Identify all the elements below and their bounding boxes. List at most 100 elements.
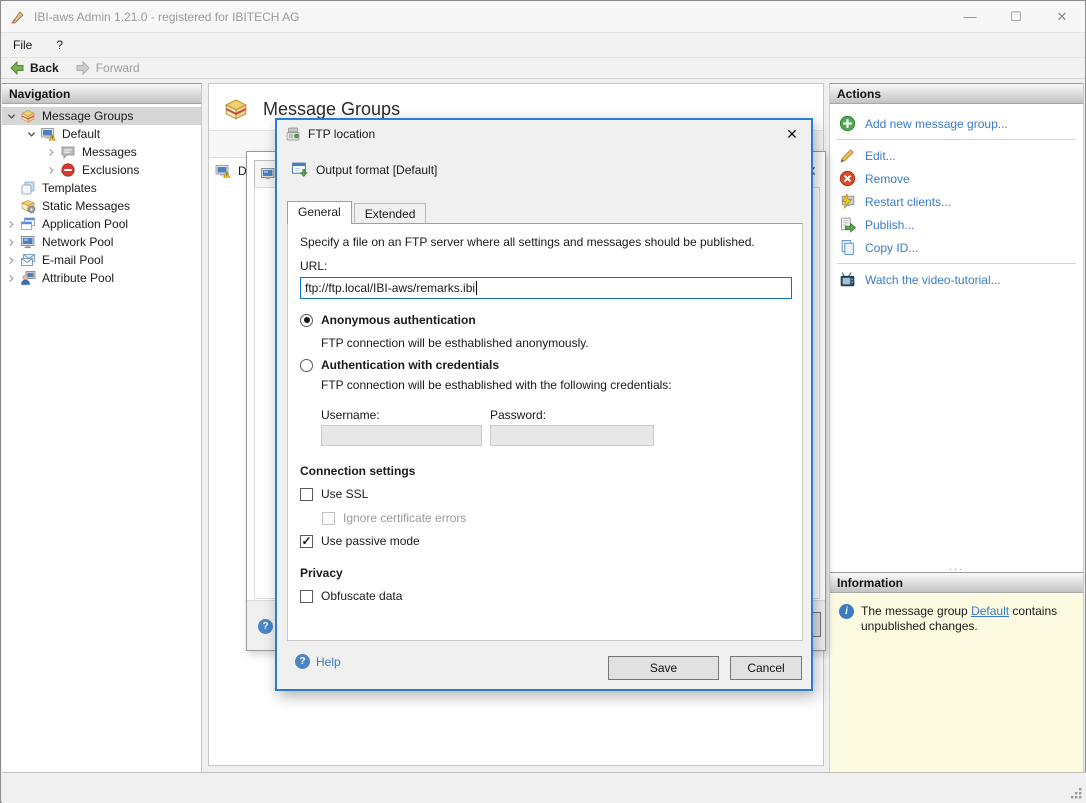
forward-button[interactable]: Forward (67, 58, 148, 78)
sidebar-item-templates[interactable]: Templates (2, 179, 201, 197)
actions-separator (837, 263, 1076, 264)
credentials-auth-description: FTP connection will be esthablished with… (321, 378, 672, 392)
sidebar-item-label: Attribute Pool (42, 271, 115, 285)
info-icon: i (839, 604, 854, 619)
navigation-header: Navigation (2, 83, 201, 104)
sidebar-item-label: Messages (82, 145, 137, 159)
sidebar-item-static-messages[interactable]: Static Messages (2, 197, 201, 215)
action-copy-id[interactable]: Copy ID... (830, 236, 1083, 259)
status-bar (2, 772, 1086, 803)
close-icon[interactable]: ✕ (779, 122, 805, 146)
anonymous-auth-radio-row[interactable]: Anonymous authentication (300, 313, 476, 327)
restart-clients-icon (839, 193, 856, 210)
forward-icon (75, 60, 91, 76)
tab-extended[interactable]: Extended (353, 203, 427, 224)
action-add-new-message-group[interactable]: Add new message group... (830, 112, 1083, 135)
right-panel: Actions Add new message group... Edit...… (829, 83, 1084, 772)
action-watch-video-tutorial[interactable]: Watch the video-tutorial... (830, 268, 1083, 291)
dialog-subtitle: Output format [Default] (316, 162, 438, 177)
sidebar-item-default[interactable]: Default (2, 125, 201, 143)
chevron-right-icon[interactable] (2, 220, 20, 229)
action-publish[interactable]: Publish... (830, 213, 1083, 236)
sidebar-item-label: E-mail Pool (42, 253, 104, 267)
ftp-location-dialog: FTP location ✕ Output format [Default] G… (275, 118, 813, 691)
chevron-right-icon[interactable] (42, 148, 60, 157)
checkbox-checked-icon[interactable] (300, 534, 313, 548)
message-groups-icon (222, 96, 250, 122)
information-text: The message group Default contains unpub… (861, 604, 1058, 633)
chevron-down-icon[interactable] (2, 112, 20, 121)
add-icon (839, 115, 856, 132)
maximize-button[interactable]: ☐ (993, 1, 1039, 32)
messages-icon (60, 144, 78, 160)
radio-selected-icon[interactable] (300, 313, 313, 327)
sidebar-item-application-pool[interactable]: Application Pool (2, 215, 201, 233)
actions-separator (837, 139, 1076, 140)
information-panel: i The message group Default contains unp… (830, 594, 1083, 772)
privacy-heading: Privacy (300, 566, 343, 580)
tab-general[interactable]: General (287, 201, 352, 224)
sidebar-item-messages[interactable]: Messages (2, 143, 201, 161)
edit-icon (839, 147, 856, 164)
sidebar-item-attribute-pool[interactable]: Attribute Pool (2, 269, 201, 287)
tab-page-general: Specify a file on an FTP server where al… (287, 223, 803, 641)
dialog-tabs: General Extended (287, 201, 428, 224)
checkbox-unchecked-icon[interactable] (300, 487, 313, 501)
credentials-auth-radio-row[interactable]: Authentication with credentials (300, 358, 499, 372)
default-group-icon (40, 126, 58, 142)
chevron-right-icon[interactable] (2, 274, 20, 283)
window-title: IBI-aws Admin 1.21.0 - registered for IB… (34, 9, 300, 24)
action-remove[interactable]: Remove (830, 167, 1083, 190)
default-group-link[interactable]: Default (971, 604, 1009, 618)
ignore-cert-checkbox-row: Ignore certificate errors (322, 511, 466, 525)
chevron-right-icon[interactable] (2, 256, 20, 265)
cancel-button[interactable]: Cancel (730, 656, 802, 680)
use-ssl-checkbox-row[interactable]: Use SSL (300, 487, 368, 501)
sidebar-item-network-pool[interactable]: Network Pool (2, 233, 201, 251)
chevron-down-icon[interactable] (22, 130, 40, 139)
sidebar-item-label: Default (62, 127, 101, 141)
help-link[interactable]: ? Help (295, 654, 341, 669)
passive-mode-checkbox-row[interactable]: Use passive mode (300, 534, 420, 548)
url-input[interactable]: ftp://ftp.local/IBI-aws/remarks.ibi (300, 277, 792, 299)
sidebar-item-exclusions[interactable]: Exclusions (2, 161, 201, 179)
chevron-right-icon[interactable] (42, 166, 60, 175)
chevron-right-icon[interactable] (2, 238, 20, 247)
menu-file[interactable]: File (1, 33, 44, 57)
actions-header: Actions (830, 83, 1083, 104)
text-cursor (476, 281, 478, 295)
sidebar-item-label: Message Groups (42, 109, 134, 123)
password-label: Password: (490, 408, 547, 422)
url-label: URL: (300, 259, 328, 273)
dialog-title: FTP location (308, 127, 376, 141)
sidebar-item-message-groups[interactable]: Message Groups (2, 107, 201, 125)
save-button[interactable]: Save (608, 656, 719, 680)
templates-icon (20, 180, 38, 196)
video-tutorial-icon (839, 271, 856, 288)
sidebar-item-email-pool[interactable]: E-mail Pool (2, 251, 201, 269)
action-restart-clients[interactable]: Restart clients... (830, 190, 1083, 213)
remove-icon (839, 170, 856, 187)
help-icon: ? (295, 654, 310, 669)
navigation-tree: Message Groups Default Messages Exclusio… (2, 104, 201, 287)
checkbox-unchecked-icon[interactable] (300, 589, 313, 603)
information-header: Information (830, 572, 1083, 593)
radio-unselected-icon[interactable] (300, 358, 313, 372)
nav-toolbar: Back Forward (1, 57, 1085, 79)
static-messages-icon (20, 198, 38, 214)
row-label: D (238, 164, 247, 178)
close-button[interactable]: ✕ (1039, 1, 1085, 32)
help-icon[interactable]: ? (258, 619, 273, 634)
back-button[interactable]: Back (1, 58, 67, 78)
sidebar-item-label: Static Messages (42, 199, 131, 213)
obfuscate-checkbox-row[interactable]: Obfuscate data (300, 589, 402, 603)
action-edit[interactable]: Edit... (830, 144, 1083, 167)
panel-splitter[interactable]: ... (830, 562, 1083, 573)
menu-help[interactable]: ? (44, 33, 75, 57)
sidebar-item-label: Application Pool (42, 217, 129, 231)
anonymous-auth-description: FTP connection will be esthablished anon… (321, 336, 589, 350)
app-icon (10, 9, 26, 25)
minimize-button[interactable]: — (947, 1, 993, 32)
monitor-icon (260, 168, 274, 180)
resize-grip-icon[interactable] (1070, 787, 1083, 800)
